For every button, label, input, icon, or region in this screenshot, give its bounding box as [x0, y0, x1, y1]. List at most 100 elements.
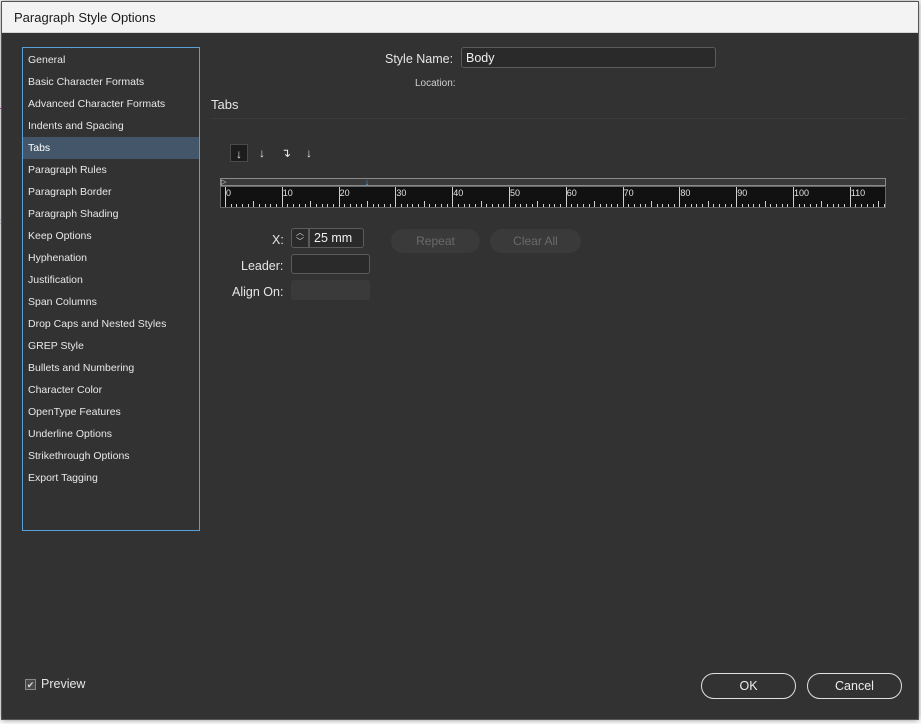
- ruler-tick: [367, 201, 368, 207]
- ruler-tick: [514, 204, 516, 207]
- align-to-decimal-tab-icon: ↓: [306, 146, 312, 160]
- ruler-tick: [855, 204, 857, 207]
- ruler-label: 100: [794, 188, 810, 198]
- ruler-tick: [327, 204, 329, 207]
- title-bar[interactable]: Paragraph Style Options: [2, 2, 918, 33]
- ruler-tick: [457, 204, 459, 207]
- ruler-tick: [832, 204, 834, 207]
- center-justified-tab-button[interactable]: ↓: [253, 144, 271, 162]
- ruler-tick: [633, 204, 635, 207]
- cancel-button[interactable]: Cancel: [807, 673, 902, 699]
- chevron-down-icon[interactable]: ﹀: [292, 238, 308, 247]
- sidebar-item-bullets-and-numbering[interactable]: Bullets and Numbering: [23, 357, 199, 379]
- ruler-tick: [662, 204, 664, 207]
- sidebar-item-keep-options[interactable]: Keep Options: [23, 225, 199, 247]
- ruler-tick: [764, 201, 766, 207]
- left-justified-tab-icon: ↓: [236, 147, 242, 161]
- right-justified-tab-button[interactable]: ↴: [277, 144, 295, 162]
- align-on-input[interactable]: [291, 280, 370, 300]
- ruler-tick: [781, 204, 783, 207]
- ruler-label: 110: [850, 188, 866, 198]
- ruler-tick: [418, 204, 420, 207]
- sidebar-item-justification[interactable]: Justification: [23, 269, 199, 291]
- repeat-button[interactable]: Repeat: [391, 229, 480, 253]
- ruler-tick: [264, 204, 266, 207]
- ruler-tick: [310, 201, 312, 207]
- category-list: General Basic Character Formats Advanced C…: [22, 47, 200, 531]
- sidebar-item-export-tagging[interactable]: Export Tagging: [23, 467, 199, 489]
- sidebar-item-general[interactable]: General: [23, 49, 199, 71]
- ruler-tick: [872, 204, 874, 207]
- style-name-label: Style Name:: [385, 52, 454, 66]
- ruler-tick: [866, 204, 868, 207]
- ruler-tick: [378, 204, 380, 207]
- ruler-tick: [707, 201, 709, 207]
- ruler-tick: [401, 204, 403, 207]
- left-justified-tab-button[interactable]: ↓: [230, 144, 248, 162]
- sidebar-item-basic-character-formats[interactable]: Basic Character Formats: [23, 71, 199, 93]
- ruler-tick: [389, 204, 391, 207]
- ruler-tick: [628, 204, 630, 207]
- ruler-tick: [588, 204, 590, 207]
- ruler-label: 50: [510, 188, 521, 198]
- sidebar-item-indents-and-spacing[interactable]: Indents and Spacing: [23, 115, 199, 137]
- sidebar-item-span-columns[interactable]: Span Columns: [23, 291, 199, 313]
- ruler-label: 70: [623, 188, 634, 198]
- sidebar-item-opentype-features[interactable]: OpenType Features: [23, 401, 199, 423]
- ruler-tick: [361, 204, 363, 207]
- ruler-tick: [355, 204, 357, 207]
- ruler-tick: [372, 204, 374, 207]
- sidebar-item-drop-caps-and-nested-styles[interactable]: Drop Caps and Nested Styles: [23, 313, 199, 335]
- ruler-tick: [253, 201, 255, 207]
- ruler-tick: [247, 204, 249, 207]
- ruler-tick: [577, 204, 579, 207]
- ruler-tick: [787, 204, 789, 207]
- sidebar-item-paragraph-border[interactable]: Paragraph Border: [23, 181, 199, 203]
- ruler-tick: [480, 201, 482, 207]
- x-position-input[interactable]: [309, 228, 364, 248]
- sidebar-item-character-color[interactable]: Character Color: [23, 379, 199, 401]
- ruler-tick: [270, 204, 272, 207]
- ruler-tick: [685, 204, 687, 207]
- ruler-tick: [838, 204, 840, 207]
- ruler-tick: [696, 204, 698, 207]
- ruler-tick: [861, 204, 863, 207]
- sidebar-item-paragraph-rules[interactable]: Paragraph Rules: [23, 159, 199, 181]
- ok-button[interactable]: OK: [701, 673, 796, 699]
- ruler-tick: [810, 204, 812, 207]
- ruler-tick: [304, 204, 306, 207]
- sidebar-item-hyphenation[interactable]: Hyphenation: [23, 247, 199, 269]
- preview-checkbox[interactable]: ✔: [25, 679, 36, 690]
- sidebar-item-paragraph-shading[interactable]: Paragraph Shading: [23, 203, 199, 225]
- sidebar-item-tabs[interactable]: Tabs: [23, 137, 199, 159]
- ruler-tick: [804, 204, 806, 207]
- tab-stop-strip[interactable]: ▷ ↓: [220, 178, 886, 187]
- ruler-tick: [599, 204, 601, 207]
- sidebar-item-advanced-character-formats[interactable]: Advanced Character Formats: [23, 93, 199, 115]
- ruler-tick: [747, 204, 749, 207]
- style-name-input[interactable]: [461, 47, 716, 68]
- ruler-tick: [344, 204, 346, 207]
- tab-ruler[interactable]: ▷ ↓ 0 10 20 30 40 50 60 70 80 90 100 110: [220, 178, 886, 208]
- sidebar-item-underline-options[interactable]: Underline Options: [23, 423, 199, 445]
- ruler-scale: 0 10 20 30 40 50 60 70 80 90 100 110: [220, 186, 886, 208]
- x-position-stepper[interactable]: ︿ ﹀: [291, 228, 309, 248]
- align-to-decimal-tab-button[interactable]: ↓: [300, 144, 318, 162]
- sidebar-item-strikethrough-options[interactable]: Strikethrough Options: [23, 445, 199, 467]
- ruler-tick: [656, 204, 658, 207]
- ruler-tick: [673, 204, 675, 207]
- ruler-tick: [827, 204, 829, 207]
- sidebar-item-grep-style[interactable]: GREP Style: [23, 335, 199, 357]
- ruler-tick: [440, 204, 442, 207]
- leader-label: Leader:: [241, 259, 284, 273]
- ruler-tick: [520, 204, 522, 207]
- ruler-tick: [560, 204, 562, 207]
- ruler-tick: [332, 204, 334, 207]
- clear-all-button[interactable]: Clear All: [490, 229, 581, 253]
- ruler-label: 60: [566, 188, 577, 198]
- leader-input[interactable]: [291, 254, 370, 274]
- ruler-tick: [741, 204, 743, 207]
- x-position-label: X:: [272, 233, 284, 247]
- ruler-label: 10: [282, 188, 293, 198]
- ruler-label: 40: [453, 188, 464, 198]
